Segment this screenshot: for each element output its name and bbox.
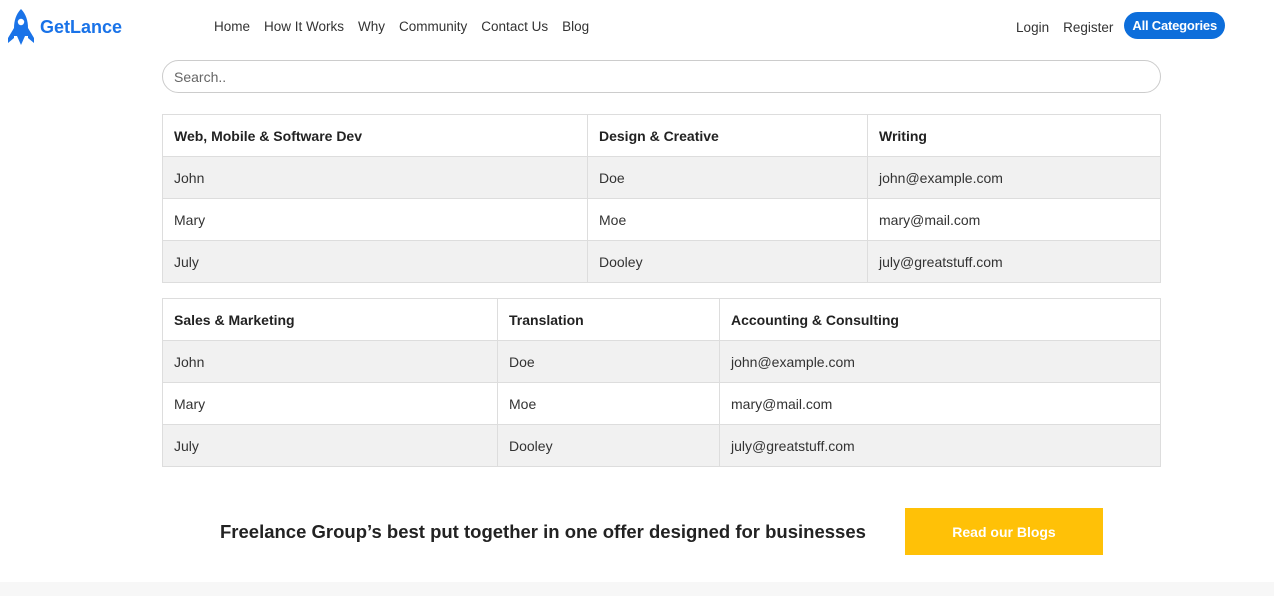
table-row: Mary Moe mary@mail.com [162, 198, 1161, 241]
table-row: Mary Moe mary@mail.com [162, 382, 1161, 425]
search-input[interactable] [162, 60, 1161, 93]
table-cell: mary@mail.com [867, 198, 1161, 241]
table-cell: Dooley [497, 424, 720, 467]
table-cell: John [162, 156, 588, 199]
column-header: Design & Creative [587, 114, 868, 157]
read-blogs-button[interactable]: Read our Blogs [905, 508, 1103, 555]
table-header-row: Sales & Marketing Translation Accounting… [162, 298, 1161, 341]
brand-logo[interactable]: GetLance [6, 8, 122, 46]
brand-name: GetLance [40, 16, 123, 37]
column-header: Writing [867, 114, 1161, 157]
nav-community[interactable]: Community [392, 19, 474, 34]
table-row: John Doe john@example.com [162, 340, 1161, 383]
nav-home[interactable]: Home [207, 19, 257, 34]
register-link[interactable]: Register [1056, 20, 1120, 35]
nav-contact-us[interactable]: Contact Us [474, 19, 555, 34]
table-cell: Mary [162, 382, 498, 425]
table-cell: Moe [587, 198, 868, 241]
footer [0, 582, 1274, 596]
column-header: Web, Mobile & Software Dev [162, 114, 588, 157]
column-header: Translation [497, 298, 720, 341]
table-cell: july@greatstuff.com [719, 424, 1161, 467]
table-header-row: Web, Mobile & Software Dev Design & Crea… [162, 114, 1161, 157]
table-cell: July [162, 240, 588, 283]
rocket-icon [8, 9, 34, 45]
categories-table-1: Web, Mobile & Software Dev Design & Crea… [162, 114, 1161, 283]
table-cell: july@greatstuff.com [867, 240, 1161, 283]
table-cell: July [162, 424, 498, 467]
table-cell: Dooley [587, 240, 868, 283]
categories-table-2: Sales & Marketing Translation Accounting… [162, 298, 1161, 467]
table-cell: john@example.com [867, 156, 1161, 199]
table-cell: Doe [497, 340, 720, 383]
promo-text: Freelance Group’s best put together in o… [220, 521, 866, 542]
nav-blog[interactable]: Blog [555, 19, 596, 34]
main-nav: Home How It Works Why Community Contact … [207, 19, 596, 34]
table-row: July Dooley july@greatstuff.com [162, 240, 1161, 283]
nav-how-it-works[interactable]: How It Works [257, 19, 351, 34]
table-row: John Doe john@example.com [162, 156, 1161, 199]
all-categories-button[interactable]: All Categories [1124, 12, 1225, 39]
column-header: Sales & Marketing [162, 298, 498, 341]
login-link[interactable]: Login [1009, 20, 1056, 35]
table-cell: mary@mail.com [719, 382, 1161, 425]
table-cell: john@example.com [719, 340, 1161, 383]
table-cell: Mary [162, 198, 588, 241]
table-cell: Doe [587, 156, 868, 199]
navbar: GetLance Home How It Works Why Community… [0, 0, 1274, 54]
column-header: Accounting & Consulting [719, 298, 1161, 341]
table-cell: Moe [497, 382, 720, 425]
account-nav: Login Register All Categories [1009, 12, 1225, 39]
table-cell: John [162, 340, 498, 383]
table-row: July Dooley july@greatstuff.com [162, 424, 1161, 467]
nav-why[interactable]: Why [351, 19, 392, 34]
